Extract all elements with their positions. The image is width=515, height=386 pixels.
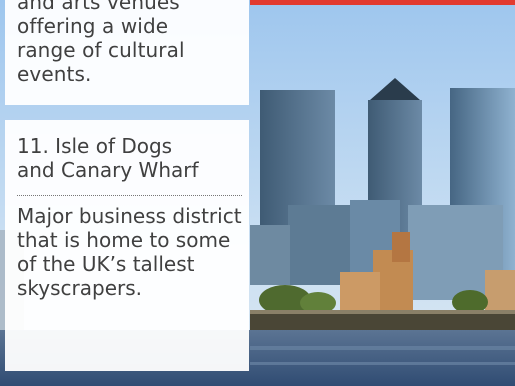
dotted-divider xyxy=(17,195,242,196)
previous-location-card: and arts venues offering a wide range of… xyxy=(5,0,249,105)
card-text-line: range of cultural xyxy=(17,38,185,62)
location-title: 11. Isle of Dogs and Canary Wharf xyxy=(17,134,249,182)
location-card-isle-of-dogs: 11. Isle of Dogs and Canary Wharf Major … xyxy=(5,120,249,371)
card-text-line: and arts venues xyxy=(17,0,180,14)
card-text-line: offering a wide xyxy=(17,14,169,38)
location-title-line: 11. Isle of Dogs xyxy=(17,134,173,158)
accent-stripe xyxy=(250,0,515,5)
location-description: Major business district that is home to … xyxy=(17,204,242,300)
card-text-line: events. xyxy=(17,62,92,86)
location-title-line: and Canary Wharf xyxy=(17,158,199,182)
